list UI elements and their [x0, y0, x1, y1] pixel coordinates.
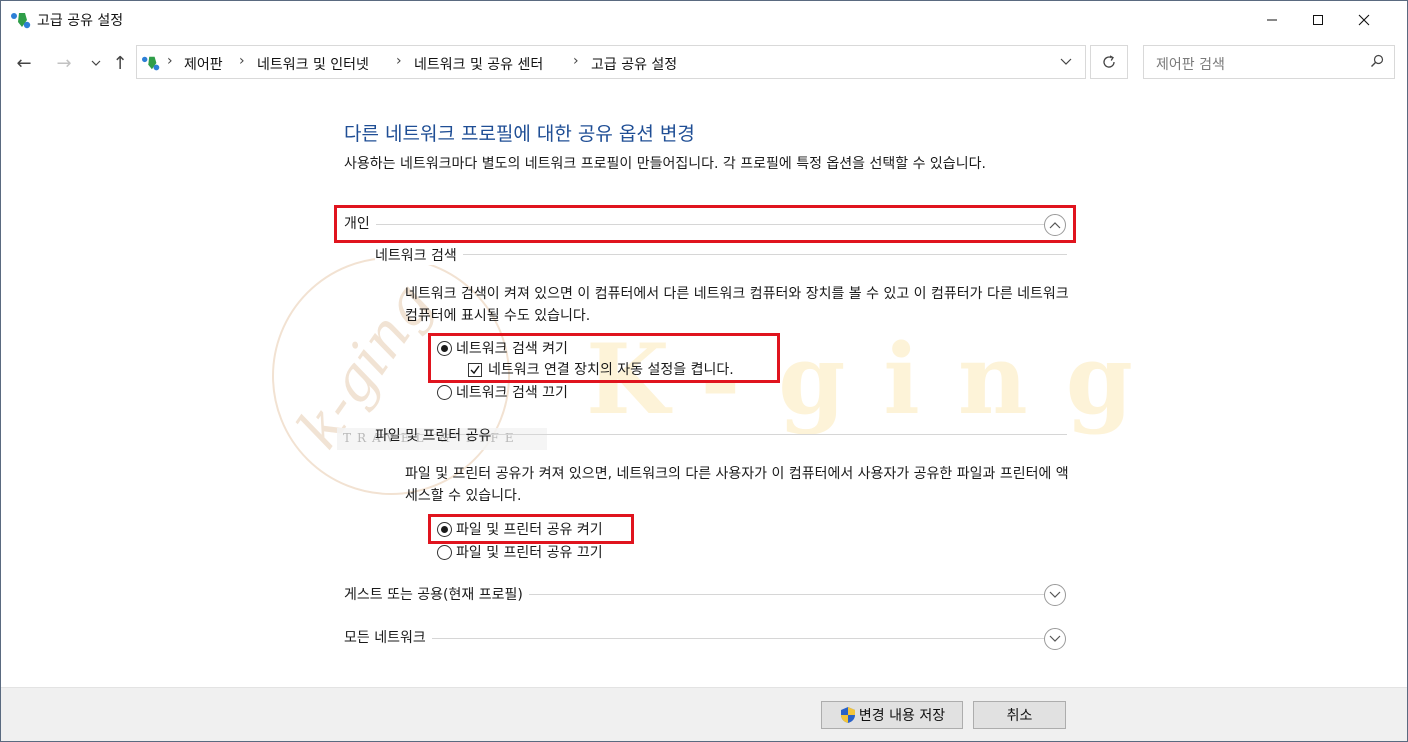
discovery-off-radio[interactable] — [437, 385, 452, 400]
chevron-down-icon — [1060, 58, 1072, 65]
address-bar[interactable]: › 제어판 › 네트워크 및 인터넷 › 네트워크 및 공유 센터 › 고급 공… — [136, 45, 1086, 79]
page-title: 다른 네트워크 프로필에 대한 공유 옵션 변경 — [344, 123, 695, 145]
address-dropdown-button[interactable] — [1055, 52, 1077, 72]
save-changes-button[interactable]: 변경 내용 저장 — [821, 701, 963, 729]
breadcrumb-separator: › — [396, 53, 402, 69]
cancel-label: 취소 — [1006, 708, 1033, 724]
breadcrumb-control-panel[interactable]: 제어판 — [184, 54, 223, 74]
window-title: 고급 공유 설정 — [37, 13, 124, 29]
breadcrumb-separator: › — [167, 53, 173, 69]
back-button[interactable]: ← — [11, 49, 37, 77]
chevron-down-icon — [1049, 635, 1061, 642]
forward-arrow-icon: → — [56, 52, 72, 74]
title-bar: 고급 공유 설정 — [1, 1, 1407, 39]
up-arrow-icon: ↑ — [112, 52, 128, 74]
cancel-button[interactable]: 취소 — [973, 701, 1066, 729]
network-discovery-description: 네트워크 검색이 켜져 있으면 이 컴퓨터에서 다른 네트워크 컴퓨터와 장치를… — [405, 286, 1069, 324]
sharing-off-radio[interactable] — [437, 545, 452, 560]
forward-button[interactable]: → — [51, 49, 77, 77]
highlight-box — [334, 205, 1076, 243]
subsection-divider — [375, 254, 1067, 255]
expand-guest-button[interactable] — [1044, 584, 1066, 606]
highlight-box — [428, 514, 634, 544]
file-printer-sharing-description: 파일 및 프린터 공유가 켜져 있으면, 네트워크의 다른 사용자가 이 컴퓨터… — [405, 466, 1069, 504]
discovery-off-label[interactable]: 네트워크 검색 끄기 — [456, 382, 568, 402]
close-button[interactable] — [1341, 1, 1387, 39]
maximize-button[interactable] — [1295, 1, 1341, 39]
breadcrumb-network-sharing-center[interactable]: 네트워크 및 공유 센터 — [414, 54, 543, 74]
section-divider — [344, 638, 1044, 639]
maximize-icon — [1313, 15, 1323, 25]
close-icon — [1358, 14, 1370, 26]
save-changes-label: 변경 내용 저장 — [858, 708, 946, 724]
refresh-icon — [1103, 55, 1115, 68]
file-printer-sharing-title: 파일 및 프린터 공유 — [375, 428, 492, 444]
sharing-off-label[interactable]: 파일 및 프린터 공유 끄기 — [456, 542, 603, 562]
section-guest-title[interactable]: 게스트 또는 공용(현재 프로필) — [344, 584, 529, 604]
shield-icon — [840, 707, 855, 723]
page-description: 사용하는 네트워크마다 별도의 네트워크 프로필이 만들어집니다. 각 프로필에… — [344, 156, 986, 172]
breadcrumb-advanced-sharing[interactable]: 고급 공유 설정 — [591, 54, 677, 74]
search-input[interactable]: 제어판 검색 — [1143, 45, 1395, 79]
back-arrow-icon: ← — [16, 52, 32, 74]
recent-locations-button[interactable] — [83, 49, 109, 77]
chevron-down-icon — [1049, 591, 1061, 598]
up-button[interactable]: ↑ — [107, 49, 133, 77]
chevron-down-icon — [91, 60, 101, 66]
network-app-icon — [11, 13, 31, 29]
refresh-button[interactable] — [1090, 45, 1128, 79]
breadcrumb-separator: › — [239, 53, 245, 69]
minimize-icon — [1267, 19, 1277, 21]
search-placeholder: 제어판 검색 — [1156, 57, 1225, 73]
search-icon — [1371, 54, 1384, 67]
expand-all-networks-button[interactable] — [1044, 628, 1066, 650]
network-location-icon — [142, 56, 160, 71]
breadcrumb-network-internet[interactable]: 네트워크 및 인터넷 — [257, 54, 369, 74]
breadcrumb-separator: › — [573, 53, 579, 69]
highlight-box — [428, 333, 780, 383]
section-all-networks-title[interactable]: 모든 네트워크 — [344, 627, 432, 647]
window: 고급 공유 설정 ← → ↑ › 제어판 › 네트워크 및 인터넷 › 네트워크… — [0, 0, 1408, 742]
network-discovery-title: 네트워크 검색 — [375, 245, 463, 265]
minimize-button[interactable] — [1249, 1, 1295, 39]
footer-bar: 변경 내용 저장 취소 — [1, 687, 1407, 741]
